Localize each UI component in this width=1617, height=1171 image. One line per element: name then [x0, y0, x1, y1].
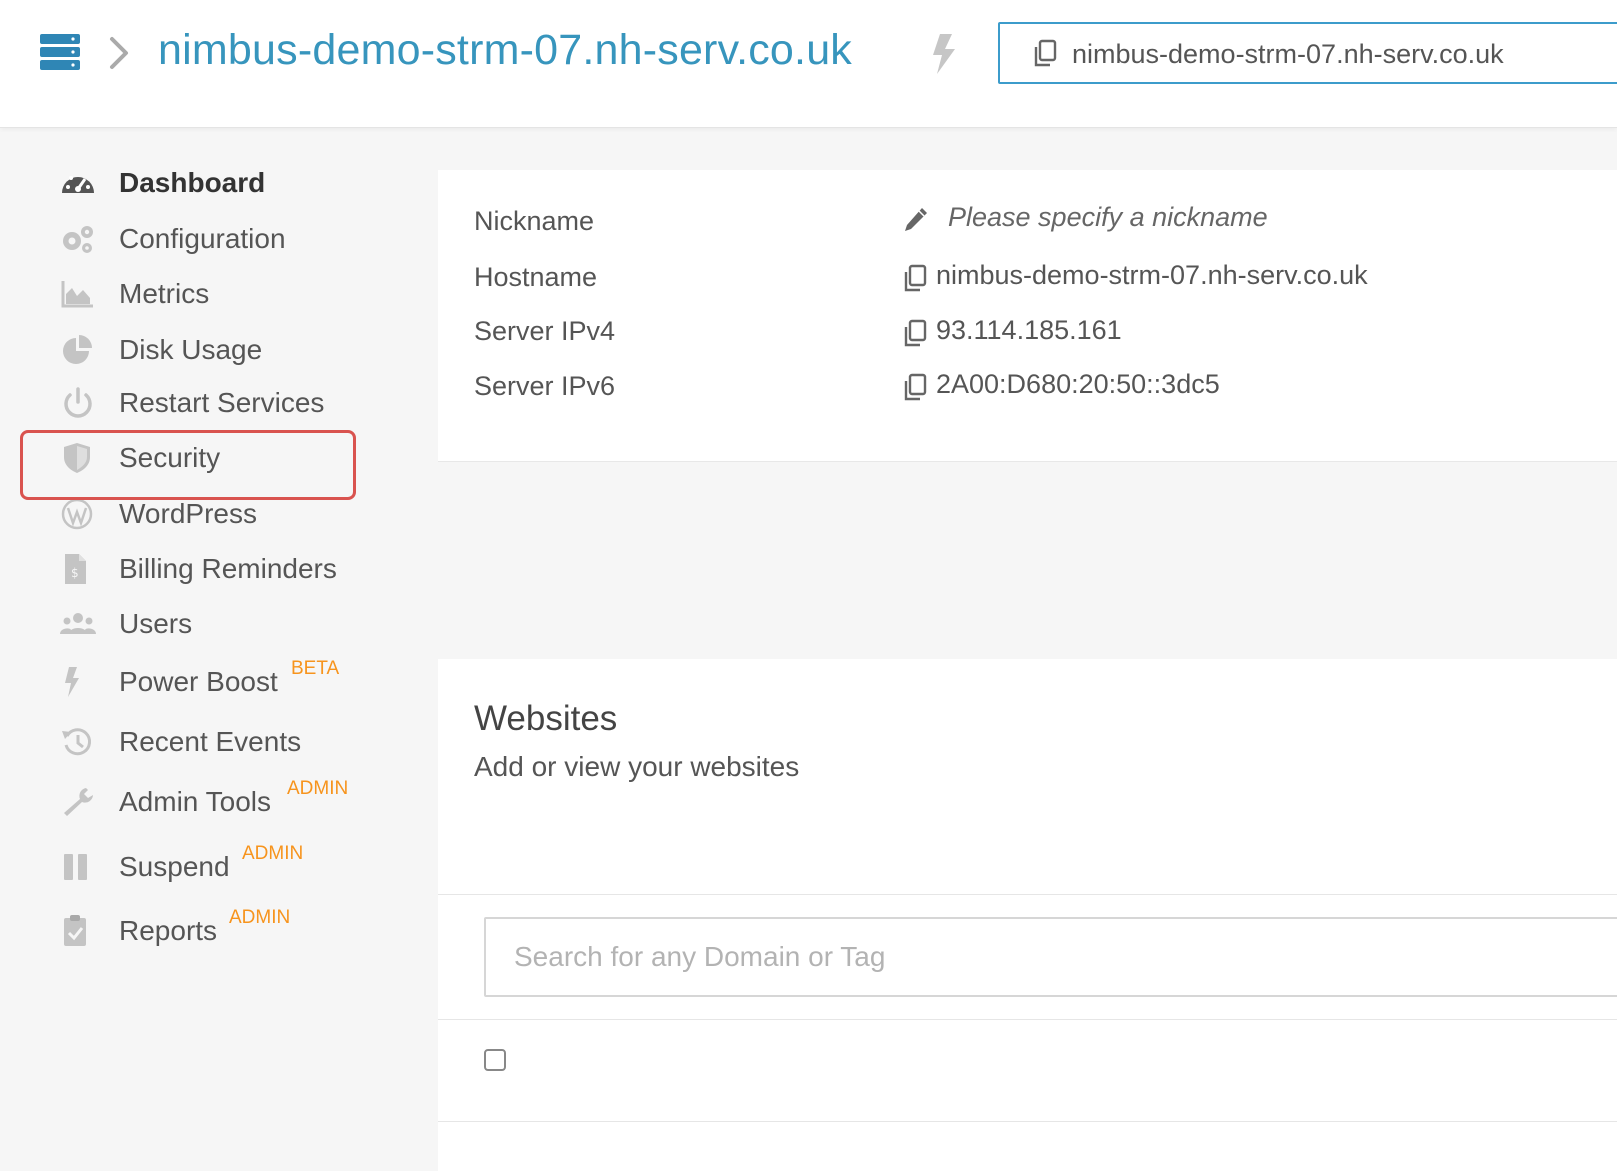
- admin-badge: ADMIN: [242, 843, 304, 864]
- sidebar-item-label: Suspend: [119, 851, 230, 882]
- bolt-icon: [65, 667, 79, 697]
- sidebar-item-suspend[interactable]: Suspend ADMIN: [58, 843, 388, 891]
- sidebar-item-restart-services[interactable]: Restart Services: [58, 379, 388, 427]
- sidebar-item-configuration[interactable]: Configuration: [58, 215, 388, 263]
- admin-badge: ADMIN: [287, 778, 349, 799]
- top-header: nimbus-demo-strm-07.nh-serv.co.uk nimbus…: [0, 0, 1617, 128]
- search-input[interactable]: [484, 917, 1617, 997]
- server-icon[interactable]: [40, 34, 80, 70]
- hostname-copy-box[interactable]: nimbus-demo-strm-07.nh-serv.co.uk: [998, 22, 1617, 84]
- pie-chart-icon: [63, 335, 92, 364]
- sidebar-item-label: Admin Tools: [119, 786, 272, 817]
- sidebar-item-billing-reminders[interactable]: $ Billing Reminders: [58, 545, 388, 593]
- websites-subtitle: Add or view your websites: [474, 751, 800, 782]
- sidebar-item-disk-usage[interactable]: Disk Usage: [58, 326, 388, 374]
- svg-text:$: $: [71, 566, 79, 580]
- sidebar-item-label: Disk Usage: [119, 334, 263, 365]
- sidebar-item-label: Reports: [119, 915, 218, 946]
- hostname-box-text: nimbus-demo-strm-07.nh-serv.co.uk: [1072, 39, 1504, 69]
- sidebar-item-reports[interactable]: Reports ADMIN: [58, 907, 388, 955]
- sidebar-item-label: Users: [119, 608, 193, 639]
- history-icon: [62, 728, 92, 756]
- beta-badge: BETA: [291, 658, 340, 679]
- clipboard-check-icon: [64, 915, 86, 946]
- sidebar-item-metrics[interactable]: Metrics: [58, 270, 388, 318]
- hostname-label: Hostname: [474, 262, 598, 292]
- chevron-right-icon: [110, 37, 128, 69]
- server-info-panel: Nickname Please specify a nickname Hostn…: [438, 170, 1617, 462]
- sidebar-item-label: Restart Services: [119, 387, 325, 418]
- pause-icon: [64, 854, 87, 880]
- divider: [438, 1121, 1617, 1122]
- sidebar-item-power-boost[interactable]: Power Boost BETA: [58, 658, 388, 706]
- copy-icon[interactable]: [1032, 39, 1058, 69]
- security-highlight-box: [20, 430, 356, 500]
- sidebar: Dashboard Configuration Metrics Disk Usa…: [0, 129, 438, 1171]
- select-all-checkbox[interactable]: [484, 1049, 506, 1071]
- sidebar-item-users[interactable]: Users: [58, 600, 388, 648]
- ipv4-label: Server IPv4: [474, 316, 616, 346]
- admin-badge: ADMIN: [229, 907, 291, 928]
- wordpress-icon: [61, 498, 93, 530]
- copy-icon[interactable]: [902, 264, 928, 294]
- wrench-icon: [64, 788, 93, 816]
- sidebar-item-label: Recent Events: [119, 726, 302, 757]
- copy-icon[interactable]: [902, 373, 928, 403]
- hostname-text: nimbus-demo-strm-07.nh-serv.co.uk: [936, 260, 1368, 290]
- websites-title: Websites: [474, 699, 618, 738]
- sidebar-item-recent-events[interactable]: Recent Events: [58, 718, 388, 766]
- power-icon: [64, 387, 92, 418]
- nickname-placeholder[interactable]: Please specify a nickname: [948, 202, 1268, 233]
- divider: [438, 1019, 1617, 1020]
- copy-icon[interactable]: [902, 319, 928, 349]
- dashboard-icon: [62, 176, 94, 193]
- nickname-label: Nickname: [474, 206, 595, 236]
- invoice-icon: $: [65, 554, 86, 584]
- sidebar-item-label: WordPress: [119, 498, 257, 529]
- server-title[interactable]: nimbus-demo-strm-07.nh-serv.co.uk: [158, 26, 852, 75]
- ipv4-text: 93.114.185.161: [936, 315, 1122, 345]
- sidebar-item-label: Dashboard: [119, 167, 266, 198]
- gears-icon: [63, 226, 93, 253]
- ipv6-label: Server IPv6: [474, 371, 616, 401]
- pencil-icon[interactable]: [902, 206, 928, 236]
- area-chart-icon: [61, 281, 93, 308]
- sidebar-item-label: Power Boost: [119, 666, 278, 697]
- users-icon: [60, 613, 96, 634]
- sidebar-item-label: Metrics: [119, 278, 210, 309]
- bolt-icon[interactable]: [928, 32, 960, 76]
- sidebar-item-label: Configuration: [119, 223, 286, 254]
- divider: [438, 894, 1617, 895]
- websites-panel: Websites Add or view your websites: [438, 659, 1617, 1171]
- sidebar-item-dashboard[interactable]: Dashboard: [58, 159, 388, 207]
- ipv6-text: 2A00:D680:20:50::3dc5: [936, 369, 1220, 399]
- sidebar-item-label: Billing Reminders: [119, 553, 337, 584]
- sidebar-item-admin-tools[interactable]: Admin Tools ADMIN: [58, 778, 388, 826]
